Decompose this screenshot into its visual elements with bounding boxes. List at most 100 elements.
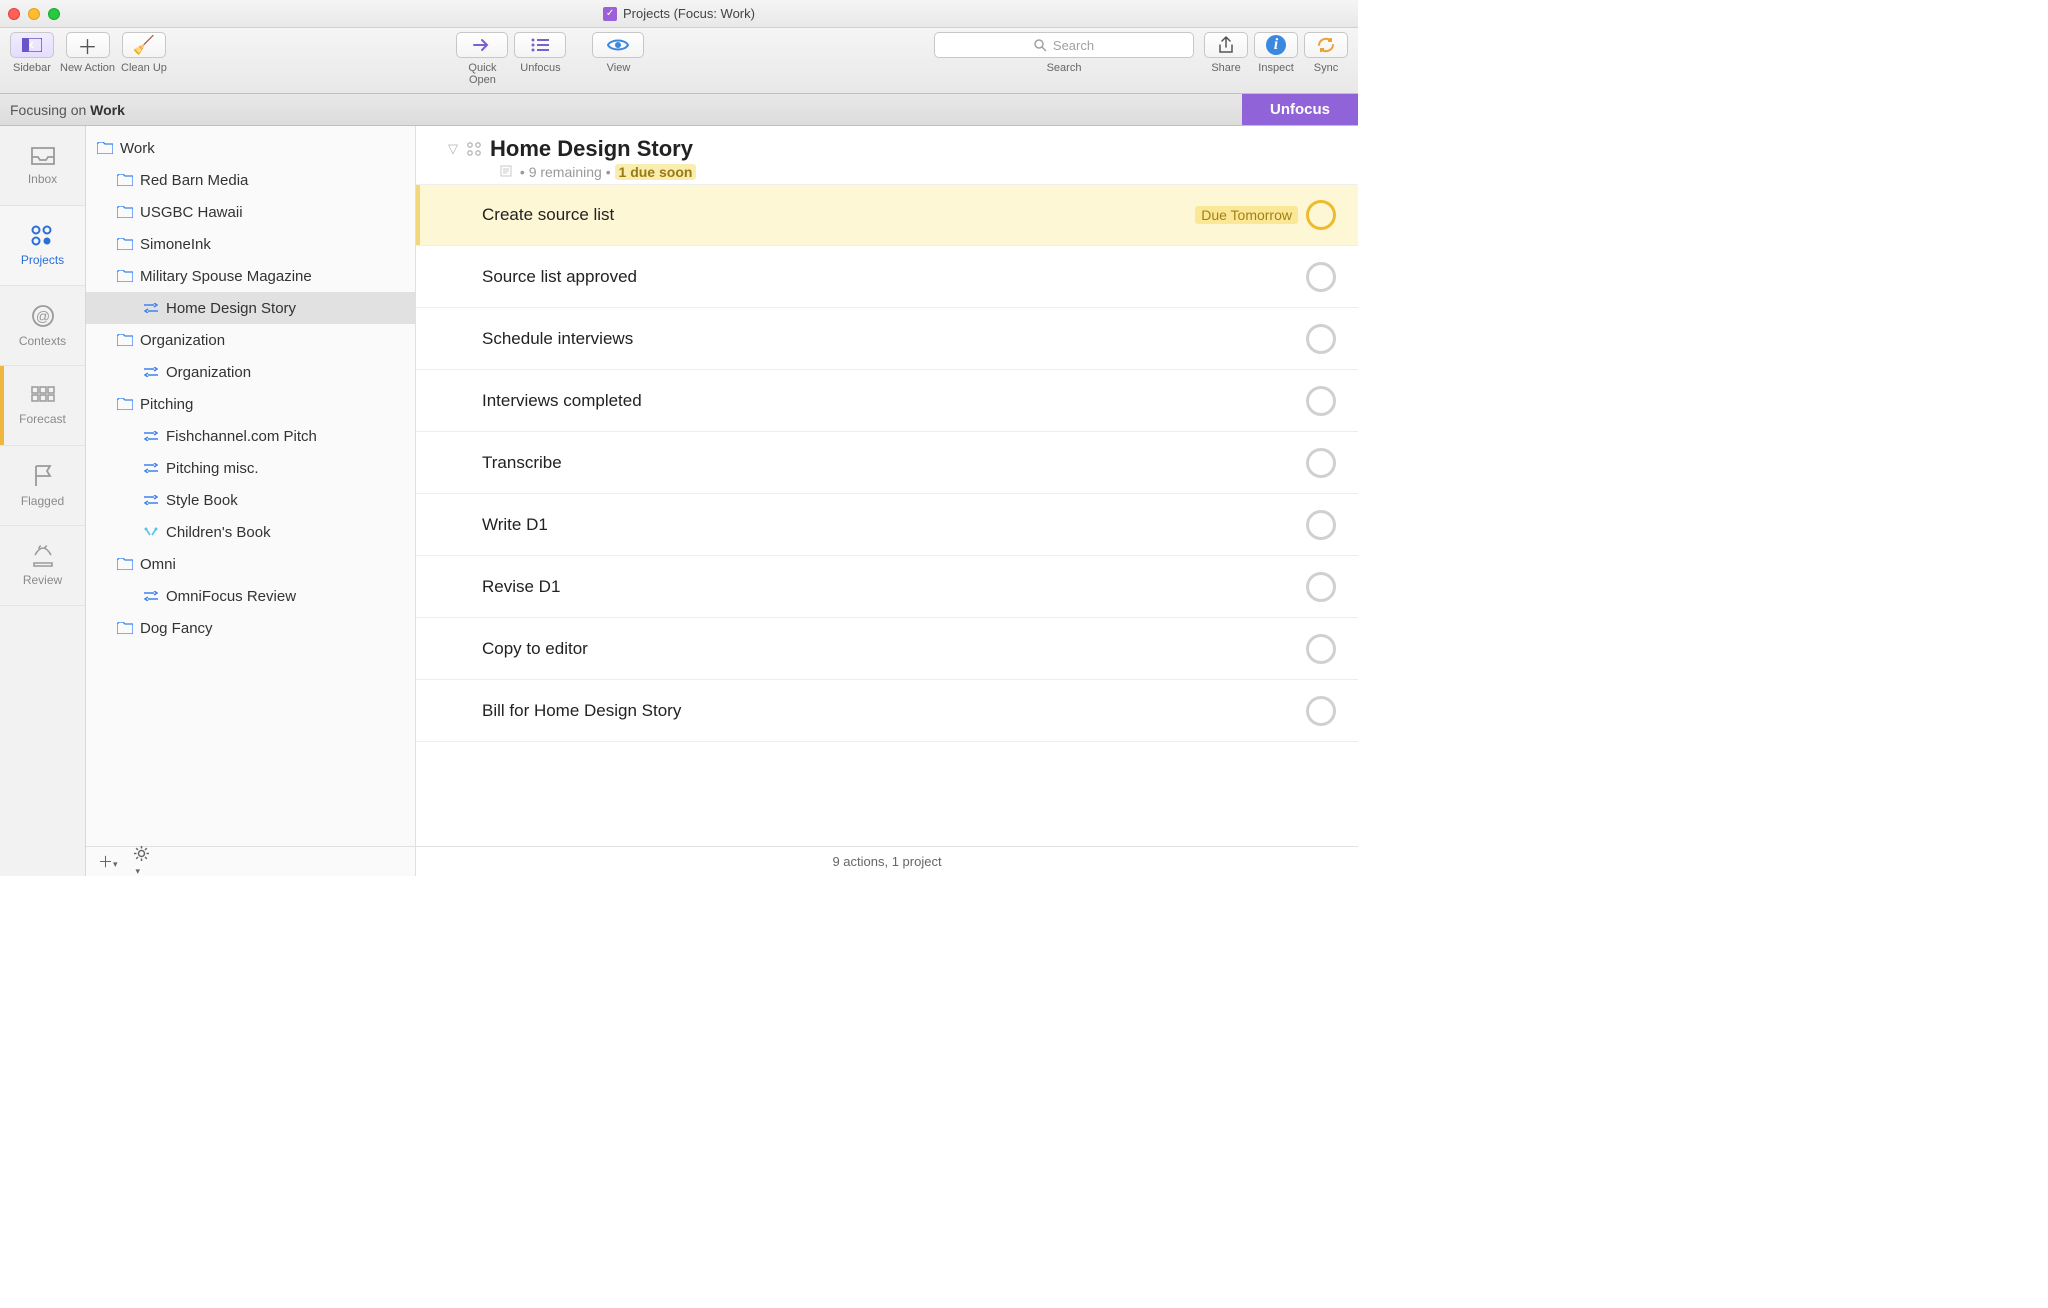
task-status-circle[interactable]	[1306, 572, 1336, 602]
focus-bar: Focusing on Work Unfocus	[0, 94, 1358, 126]
task-title: Source list approved	[482, 267, 637, 287]
info-icon: i	[1266, 35, 1286, 55]
sidebar-gear-button[interactable]: ▾	[134, 846, 149, 878]
window-title: ✓ Projects (Focus: Work)	[0, 6, 1358, 21]
task-row[interactable]: Source list approved	[416, 246, 1358, 308]
tree-row-omni[interactable]: Omni	[86, 548, 415, 580]
sync-button[interactable]	[1304, 32, 1348, 58]
tree-row-label: Children's Book	[166, 524, 271, 541]
single-icon	[142, 523, 160, 541]
tree-row-fishchannel-com-pitch[interactable]: Fishchannel.com Pitch	[86, 420, 415, 452]
perspective-flagged-label: Flagged	[21, 494, 64, 508]
tree-row-label: Omni	[140, 556, 176, 573]
gear-icon	[134, 846, 149, 861]
task-row[interactable]: Interviews completed	[416, 370, 1358, 432]
task-status-circle[interactable]	[1306, 510, 1336, 540]
search-icon	[1034, 39, 1047, 52]
folder-icon	[116, 331, 134, 349]
task-row[interactable]: Transcribe	[416, 432, 1358, 494]
contexts-icon: @	[31, 304, 55, 328]
folder-icon	[116, 171, 134, 189]
task-status-circle[interactable]	[1306, 324, 1336, 354]
tree-row-children-s-book[interactable]: Children's Book	[86, 516, 415, 548]
clean-up-button[interactable]: 🧹	[122, 32, 166, 58]
project-title[interactable]: Home Design Story	[490, 136, 693, 162]
tree-row-omnifocus-review[interactable]: OmniFocus Review	[86, 580, 415, 612]
toolbar: Sidebar ＋ New Action 🧹 Clean Up Quick Op…	[0, 28, 1358, 94]
note-icon[interactable]	[500, 164, 516, 180]
project-icon	[142, 459, 160, 477]
perspective-forecast[interactable]: Forecast	[0, 366, 85, 446]
task-status-circle[interactable]	[1306, 634, 1336, 664]
search-placeholder: Search	[1053, 38, 1094, 53]
forecast-icon	[31, 386, 55, 406]
unfocus-toolbar-button[interactable]	[514, 32, 566, 58]
tree-row-work[interactable]: Work	[86, 132, 415, 164]
folder-icon	[116, 395, 134, 413]
task-status-circle[interactable]	[1306, 386, 1336, 416]
share-label: Share	[1211, 62, 1240, 74]
task-row[interactable]: Copy to editor	[416, 618, 1358, 680]
tree-row-label: Dog Fancy	[140, 620, 213, 637]
tree-row-pitching[interactable]: Pitching	[86, 388, 415, 420]
share-button[interactable]	[1204, 32, 1248, 58]
sidebar-toggle-label: Sidebar	[13, 62, 51, 74]
tree-row-red-barn-media[interactable]: Red Barn Media	[86, 164, 415, 196]
disclosure-triangle[interactable]: ▽	[448, 141, 458, 157]
perspective-rail: Inbox Projects @ Contexts Forecast Flagg…	[0, 126, 86, 876]
list-icon	[531, 38, 549, 52]
task-status-circle[interactable]	[1306, 200, 1336, 230]
tree-row-style-book[interactable]: Style Book	[86, 484, 415, 516]
tree-row-simoneink[interactable]: SimoneInk	[86, 228, 415, 260]
view-button[interactable]	[592, 32, 644, 58]
projects-icon	[30, 225, 56, 247]
task-title: Bill for Home Design Story	[482, 701, 681, 721]
tree-row-label: Home Design Story	[166, 300, 296, 317]
arrow-right-icon	[472, 37, 492, 53]
inspect-button[interactable]: i	[1254, 32, 1298, 58]
project-icon	[142, 587, 160, 605]
task-row[interactable]: Create source listDue Tomorrow	[416, 184, 1358, 246]
tree-row-home-design-story[interactable]: Home Design Story	[86, 292, 415, 324]
new-action-label: New Action	[60, 62, 115, 74]
task-row[interactable]: Write D1	[416, 494, 1358, 556]
tree-row-label: Pitching	[140, 396, 193, 413]
due-label: Due Tomorrow	[1195, 206, 1298, 224]
tree-row-military-spouse-magazine[interactable]: Military Spouse Magazine	[86, 260, 415, 292]
sync-label: Sync	[1314, 62, 1338, 74]
sidebar-footer: ＋▾ ▾	[86, 846, 415, 876]
task-list: Create source listDue Tomorrow Source lis…	[416, 184, 1358, 846]
tree-row-label: SimoneInk	[140, 236, 211, 253]
tree-row-dog-fancy[interactable]: Dog Fancy	[86, 612, 415, 644]
perspective-contexts[interactable]: @ Contexts	[0, 286, 85, 366]
perspective-inbox[interactable]: Inbox	[0, 126, 85, 206]
tree-row-usgbc-hawaii[interactable]: USGBC Hawaii	[86, 196, 415, 228]
task-status-circle[interactable]	[1306, 262, 1336, 292]
search-input[interactable]: Search	[934, 32, 1194, 58]
perspective-projects[interactable]: Projects	[0, 206, 85, 286]
sidebar-toggle-button[interactable]	[10, 32, 54, 58]
folder-icon	[116, 555, 134, 573]
unfocus-button[interactable]: Unfocus	[1242, 94, 1358, 125]
add-menu-button[interactable]: ＋▾	[98, 851, 118, 872]
task-row[interactable]: Schedule interviews	[416, 308, 1358, 370]
quick-open-button[interactable]	[456, 32, 508, 58]
tree-row-label: Work	[120, 140, 155, 157]
new-action-button[interactable]: ＋	[66, 32, 110, 58]
sidebar-icon	[22, 38, 42, 52]
main-area: Inbox Projects @ Contexts Forecast Flagg…	[0, 126, 1358, 876]
task-status-circle[interactable]	[1306, 696, 1336, 726]
project-icon	[142, 363, 160, 381]
perspective-review[interactable]: Review	[0, 526, 85, 606]
task-title: Interviews completed	[482, 391, 642, 411]
task-row[interactable]: Bill for Home Design Story	[416, 680, 1358, 742]
perspective-flagged[interactable]: Flagged	[0, 446, 85, 526]
quick-open-label: Quick Open	[456, 62, 508, 86]
flag-icon	[33, 464, 53, 488]
task-row[interactable]: Revise D1	[416, 556, 1358, 618]
tree-row-pitching-misc-[interactable]: Pitching misc.	[86, 452, 415, 484]
task-title: Transcribe	[482, 453, 562, 473]
tree-row-organization[interactable]: Organization	[86, 356, 415, 388]
task-status-circle[interactable]	[1306, 448, 1336, 478]
tree-row-organization[interactable]: Organization	[86, 324, 415, 356]
